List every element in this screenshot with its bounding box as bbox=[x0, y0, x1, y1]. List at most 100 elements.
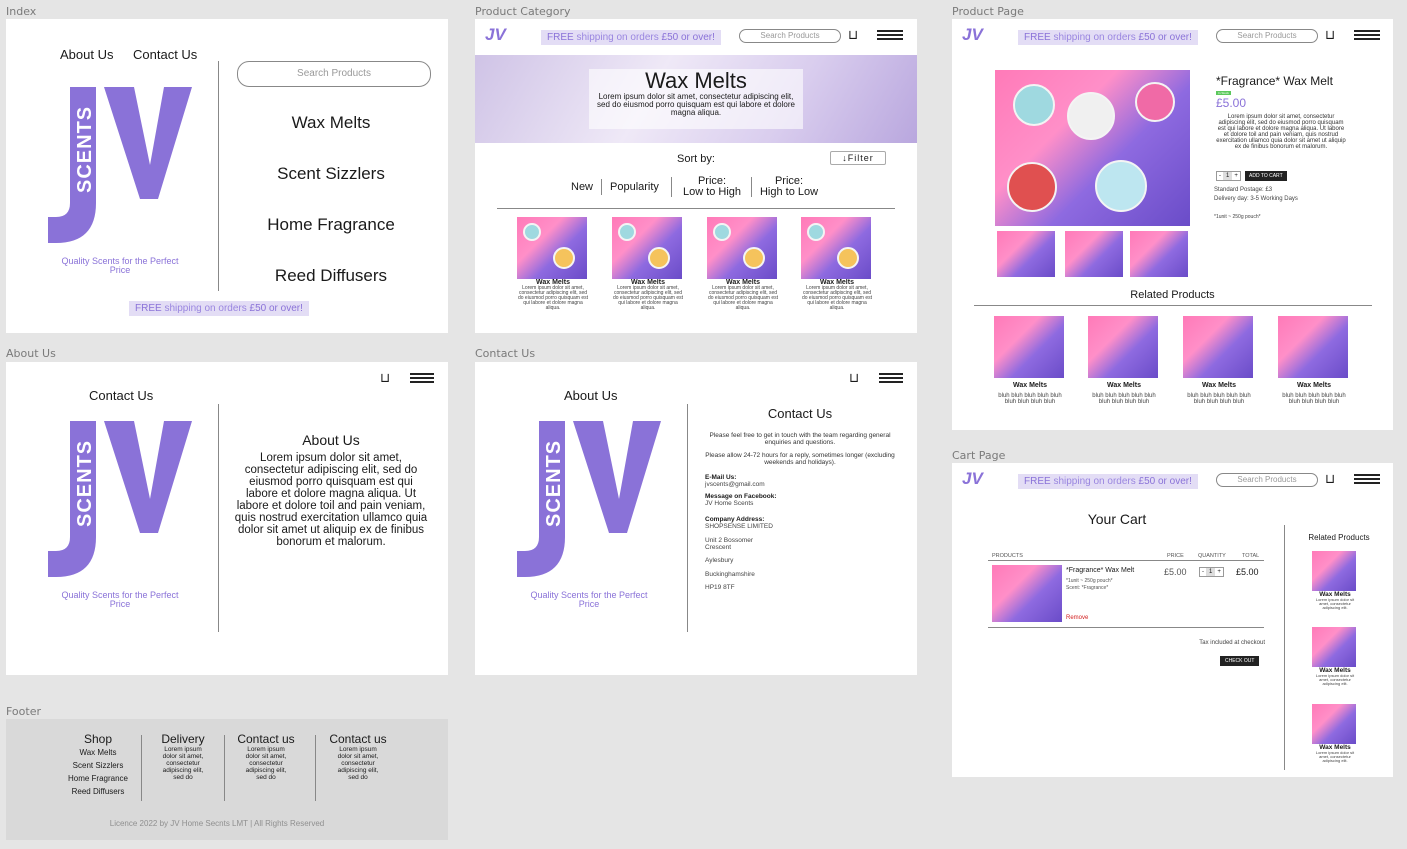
product-card[interactable]: Wax Melts Lorem ipsum dolor sit amet, co… bbox=[612, 217, 684, 311]
brand-logo[interactable]: SCENTS bbox=[46, 85, 196, 250]
hero-card: Wax Melts Lorem ipsum dolor sit amet, co… bbox=[589, 69, 803, 129]
related-card[interactable]: Wax Melts bluh bluh bluh bluh bluh bluh … bbox=[1088, 316, 1160, 405]
footer-link[interactable]: Scent Sizzlers bbox=[58, 759, 138, 772]
product-thumb[interactable] bbox=[1065, 231, 1123, 277]
footer-col-text: Lorem ipsum dolor sit amet, consectetur … bbox=[337, 746, 379, 781]
address-line: Aylesbury bbox=[705, 557, 734, 564]
related-card[interactable]: Wax Melts bluh bluh bluh bluh bluh bluh … bbox=[1278, 316, 1350, 405]
cart-related-title: Related Products bbox=[1308, 533, 1370, 542]
qty-value[interactable]: 1 bbox=[1206, 568, 1216, 576]
quantity-stepper[interactable]: - 1 + bbox=[1216, 171, 1241, 181]
address-line: Unit 2 Bossomer Crescent bbox=[705, 537, 754, 551]
email-link[interactable]: jvscents@gmail.com bbox=[705, 481, 765, 488]
frame-label-contact: Contact Us bbox=[475, 347, 536, 360]
filter-button[interactable]: ↓Filter bbox=[830, 151, 886, 165]
product-description: Lorem ipsum dolor sit amet, consectetur … bbox=[1216, 114, 1346, 150]
cart-related-card[interactable]: Wax Melts Lorem ipsum dolor sit amet, co… bbox=[1312, 704, 1358, 763]
brand-logo[interactable]: SCENTS bbox=[46, 419, 196, 584]
menu-icon[interactable] bbox=[877, 30, 903, 42]
col-total: TOTAL bbox=[1242, 553, 1260, 559]
cart-related-card[interactable]: Wax Melts Lorem ipsum dolor sit amet, co… bbox=[1312, 551, 1358, 610]
footer-link[interactable]: Wax Melts bbox=[58, 746, 138, 759]
nav-contact-link[interactable]: Contact Us bbox=[89, 388, 153, 403]
related-desc: Lorem ipsum dolor sit amet, consectetur … bbox=[1315, 597, 1355, 610]
brand-tagline: Quality Scents for the Perfect Price bbox=[61, 256, 179, 275]
cart-icon[interactable]: ⊔ bbox=[1325, 472, 1335, 485]
add-to-cart-button[interactable]: ADD TO CART bbox=[1245, 171, 1287, 181]
col-quantity: QUANTITY bbox=[1198, 553, 1226, 559]
cart-item-name[interactable]: *Fragrance* Wax Melt bbox=[1066, 567, 1134, 574]
search-input[interactable]: Search Products bbox=[237, 61, 431, 87]
shipping-banner: FREE shipping on orders £50 or over! bbox=[541, 30, 721, 45]
menu-icon[interactable] bbox=[1354, 30, 1380, 42]
email-label: E-Mail Us: bbox=[705, 474, 737, 481]
address-label: Company Address: bbox=[705, 516, 765, 523]
shipping-free: FREE bbox=[1024, 476, 1051, 487]
menu-icon[interactable] bbox=[1354, 474, 1380, 486]
qty-plus-button[interactable]: + bbox=[1232, 172, 1240, 180]
checkout-button[interactable]: CHECK OUT bbox=[1220, 656, 1260, 666]
header-logo[interactable]: JV bbox=[962, 25, 983, 45]
product-desc: Lorem ipsum dolor sit amet, consectetur … bbox=[517, 285, 589, 311]
product-card[interactable]: Wax Melts Lorem ipsum dolor sit amet, co… bbox=[707, 217, 779, 311]
jv-logo-svg bbox=[48, 87, 192, 243]
nav-about-link[interactable]: About Us bbox=[60, 47, 113, 62]
search-input[interactable]: Search Products bbox=[739, 29, 841, 43]
category-frame: JV FREE shipping on orders £50 or over! … bbox=[475, 19, 917, 333]
sort-price-low-high[interactable]: Price: Low to High bbox=[677, 176, 747, 198]
menu-item-reed-diffusers[interactable]: Reed Diffusers bbox=[224, 266, 438, 286]
cart-icon[interactable]: ⊔ bbox=[380, 371, 390, 384]
about-body: Lorem ipsum dolor sit amet, consectetur … bbox=[234, 452, 428, 548]
nav-about-link[interactable]: About Us bbox=[564, 388, 617, 403]
related-divider bbox=[974, 305, 1372, 306]
shipping-free: FREE bbox=[547, 32, 574, 43]
nav-contact-link[interactable]: Contact Us bbox=[133, 47, 197, 62]
sort-price-high-low[interactable]: Price: High to Low bbox=[755, 176, 823, 198]
search-input[interactable]: Search Products bbox=[1216, 29, 1318, 43]
footer-link[interactable]: Home Fragrance bbox=[58, 772, 138, 785]
frame-label-category: Product Category bbox=[475, 5, 571, 18]
related-card[interactable]: Wax Melts bluh bluh bluh bluh bluh bluh … bbox=[994, 316, 1066, 405]
menu-item-scent-sizzlers[interactable]: Scent Sizzlers bbox=[224, 164, 438, 184]
remove-link[interactable]: Remove bbox=[1066, 615, 1088, 621]
product-thumb[interactable] bbox=[1130, 231, 1188, 277]
unit-note: *1unit ~ 250g pouch* bbox=[1214, 214, 1261, 220]
footer-link[interactable]: Reed Diffusers bbox=[58, 785, 138, 798]
shipping-banner: FREE shipping on orders £50 or over! bbox=[1018, 30, 1198, 45]
related-image bbox=[1312, 551, 1356, 591]
menu-icon[interactable] bbox=[410, 373, 434, 385]
sort-popularity[interactable]: Popularity bbox=[610, 181, 659, 193]
menu-icon[interactable] bbox=[879, 373, 903, 385]
cart-icon[interactable]: ⊔ bbox=[848, 28, 858, 41]
cart-quantity-stepper[interactable]: - 1 + bbox=[1199, 567, 1224, 577]
menu-item-home-fragrance[interactable]: Home Fragrance bbox=[224, 215, 438, 235]
shipping-banner: FREE shipping on orders £50 or over! bbox=[1018, 474, 1198, 489]
header-logo[interactable]: JV bbox=[485, 25, 506, 45]
related-desc: bluh bluh bluh bluh bluh bluh bluh bluh … bbox=[1092, 393, 1156, 405]
sort-new[interactable]: New bbox=[571, 181, 593, 193]
product-card[interactable]: Wax Melts Lorem ipsum dolor sit amet, co… bbox=[517, 217, 589, 311]
index-frame: About Us Contact Us SCENTS Quality Scent… bbox=[6, 19, 448, 333]
product-main-image[interactable] bbox=[995, 70, 1190, 226]
shipping-amount: £50 or over! bbox=[1138, 32, 1192, 43]
frame-label-footer: Footer bbox=[6, 705, 41, 718]
related-name: Wax Melts bbox=[1202, 382, 1236, 389]
header-logo[interactable]: JV bbox=[962, 469, 983, 489]
facebook-link[interactable]: JV Home Scents bbox=[705, 500, 753, 507]
brand-logo[interactable]: SCENTS bbox=[515, 419, 665, 584]
menu-item-wax-melts[interactable]: Wax Melts bbox=[224, 113, 438, 133]
related-name: Wax Melts bbox=[1107, 382, 1141, 389]
qty-value[interactable]: 1 bbox=[1223, 172, 1233, 180]
related-image bbox=[1312, 704, 1356, 744]
cart-icon[interactable]: ⊔ bbox=[1325, 28, 1335, 41]
product-desc: Lorem ipsum dolor sit amet, consectetur … bbox=[612, 285, 684, 311]
search-input[interactable]: Search Products bbox=[1216, 473, 1318, 487]
footer-licence: Licence 2022 by JV Home Secnts LMT | All… bbox=[109, 819, 325, 828]
product-thumb[interactable] bbox=[997, 231, 1055, 277]
cart-icon[interactable]: ⊔ bbox=[849, 371, 859, 384]
brand-tagline: Quality Scents for the Perfect Price bbox=[530, 590, 648, 609]
related-card[interactable]: Wax Melts bluh bluh bluh bluh bluh bluh … bbox=[1183, 316, 1255, 405]
cart-related-card[interactable]: Wax Melts Lorem ipsum dolor sit amet, co… bbox=[1312, 627, 1358, 686]
qty-plus-button[interactable]: + bbox=[1215, 568, 1223, 576]
product-card[interactable]: Wax Melts Lorem ipsum dolor sit amet, co… bbox=[801, 217, 873, 311]
